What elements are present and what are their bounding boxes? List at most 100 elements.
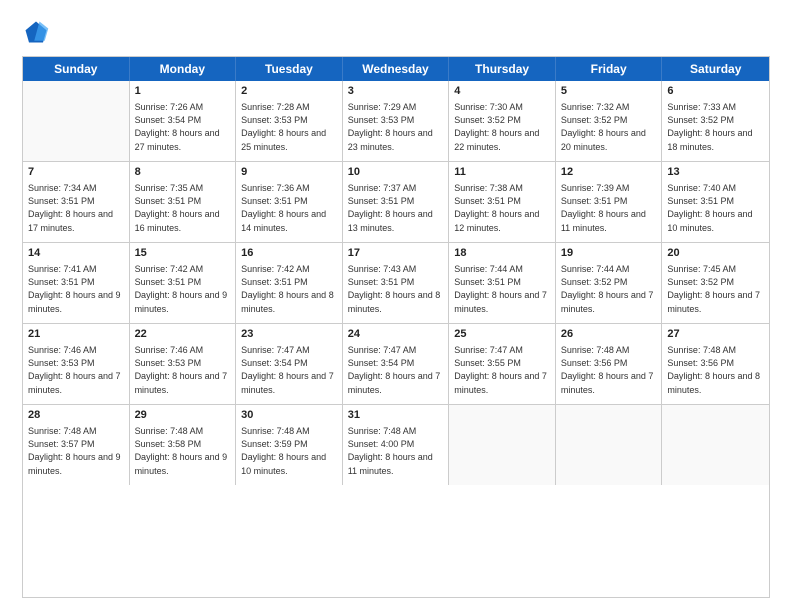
- table-row: 31 Sunrise: 7:48 AMSunset: 4:00 PMDayligh…: [343, 405, 450, 485]
- cal-week-5: 28 Sunrise: 7:48 AMSunset: 3:57 PMDayligh…: [23, 405, 769, 485]
- cell-info: Sunrise: 7:41 AMSunset: 3:51 PMDaylight:…: [28, 263, 124, 315]
- cell-info: Sunrise: 7:48 AMSunset: 3:58 PMDaylight:…: [135, 425, 231, 477]
- cell-info: Sunrise: 7:40 AMSunset: 3:51 PMDaylight:…: [667, 182, 764, 234]
- table-row: 16 Sunrise: 7:42 AMSunset: 3:51 PMDayligh…: [236, 243, 343, 323]
- calendar: SundayMondayTuesdayWednesdayThursdayFrid…: [22, 56, 770, 598]
- day-number: 7: [28, 165, 124, 180]
- cal-header-saturday: Saturday: [662, 57, 769, 81]
- cell-info: Sunrise: 7:42 AMSunset: 3:51 PMDaylight:…: [241, 263, 337, 315]
- cal-week-3: 14 Sunrise: 7:41 AMSunset: 3:51 PMDayligh…: [23, 243, 769, 324]
- day-number: 6: [667, 84, 764, 99]
- table-row: 4Sunrise: 7:30 AMSunset: 3:52 PMDaylight…: [449, 81, 556, 161]
- day-number: 1: [135, 84, 231, 99]
- day-number: 16: [241, 246, 337, 261]
- cell-info: Sunrise: 7:47 AMSunset: 3:55 PMDaylight:…: [454, 344, 550, 396]
- table-row: 10Sunrise: 7:37 AMSunset: 3:51 PMDayligh…: [343, 162, 450, 242]
- page: SundayMondayTuesdayWednesdayThursdayFrid…: [0, 0, 792, 612]
- cell-info: Sunrise: 7:35 AMSunset: 3:51 PMDaylight:…: [135, 182, 231, 234]
- cell-info: Sunrise: 7:29 AMSunset: 3:53 PMDaylight:…: [348, 101, 444, 153]
- table-row: 23 Sunrise: 7:47 AMSunset: 3:54 PMDayligh…: [236, 324, 343, 404]
- cell-info: Sunrise: 7:45 AMSunset: 3:52 PMDaylight:…: [667, 263, 764, 315]
- table-row: 15Sunrise: 7:42 AMSunset: 3:51 PMDayligh…: [130, 243, 237, 323]
- day-number: 24: [348, 327, 444, 342]
- table-row: 21 Sunrise: 7:46 AMSunset: 3:53 PMDayligh…: [23, 324, 130, 404]
- cell-info: Sunrise: 7:42 AMSunset: 3:51 PMDaylight:…: [135, 263, 231, 315]
- day-number: 2: [241, 84, 337, 99]
- table-row: 7 Sunrise: 7:34 AMSunset: 3:51 PMDaylight…: [23, 162, 130, 242]
- day-number: 22: [135, 327, 231, 342]
- day-number: 23: [241, 327, 337, 342]
- day-number: 20: [667, 246, 764, 261]
- cell-info: Sunrise: 7:48 AMSunset: 3:56 PMDaylight:…: [667, 344, 764, 396]
- table-row: 20 Sunrise: 7:45 AMSunset: 3:52 PMDayligh…: [662, 243, 769, 323]
- cell-info: Sunrise: 7:34 AMSunset: 3:51 PMDaylight:…: [28, 182, 124, 234]
- table-row: 8 Sunrise: 7:35 AMSunset: 3:51 PMDaylight…: [130, 162, 237, 242]
- table-row: 12Sunrise: 7:39 AMSunset: 3:51 PMDayligh…: [556, 162, 663, 242]
- header: [22, 18, 770, 46]
- cell-info: Sunrise: 7:32 AMSunset: 3:52 PMDaylight:…: [561, 101, 657, 153]
- cell-info: Sunrise: 7:48 AMSunset: 3:56 PMDaylight:…: [561, 344, 657, 396]
- cell-info: Sunrise: 7:47 AMSunset: 3:54 PMDaylight:…: [241, 344, 337, 396]
- table-row: [556, 405, 663, 485]
- cell-info: Sunrise: 7:38 AMSunset: 3:51 PMDaylight:…: [454, 182, 550, 234]
- cal-week-2: 7 Sunrise: 7:34 AMSunset: 3:51 PMDaylight…: [23, 162, 769, 243]
- table-row: 28 Sunrise: 7:48 AMSunset: 3:57 PMDayligh…: [23, 405, 130, 485]
- table-row: 27 Sunrise: 7:48 AMSunset: 3:56 PMDayligh…: [662, 324, 769, 404]
- cell-info: Sunrise: 7:46 AMSunset: 3:53 PMDaylight:…: [135, 344, 231, 396]
- day-number: 11: [454, 165, 550, 180]
- cell-info: Sunrise: 7:43 AMSunset: 3:51 PMDaylight:…: [348, 263, 444, 315]
- cal-header-thursday: Thursday: [449, 57, 556, 81]
- cell-info: Sunrise: 7:30 AMSunset: 3:52 PMDaylight:…: [454, 101, 550, 153]
- cal-header-monday: Monday: [130, 57, 237, 81]
- cell-info: Sunrise: 7:48 AMSunset: 4:00 PMDaylight:…: [348, 425, 444, 477]
- table-row: [449, 405, 556, 485]
- table-row: 17Sunrise: 7:43 AMSunset: 3:51 PMDayligh…: [343, 243, 450, 323]
- table-row: 11 Sunrise: 7:38 AMSunset: 3:51 PMDayligh…: [449, 162, 556, 242]
- cal-header-sunday: Sunday: [23, 57, 130, 81]
- day-number: 27: [667, 327, 764, 342]
- cal-header-wednesday: Wednesday: [343, 57, 450, 81]
- day-number: 14: [28, 246, 124, 261]
- table-row: 29Sunrise: 7:48 AMSunset: 3:58 PMDayligh…: [130, 405, 237, 485]
- table-row: 22 Sunrise: 7:46 AMSunset: 3:53 PMDayligh…: [130, 324, 237, 404]
- day-number: 28: [28, 408, 124, 423]
- cal-week-1: 1Sunrise: 7:26 AMSunset: 3:54 PMDaylight…: [23, 81, 769, 162]
- cell-info: Sunrise: 7:44 AMSunset: 3:51 PMDaylight:…: [454, 263, 550, 315]
- table-row: 24 Sunrise: 7:47 AMSunset: 3:54 PMDayligh…: [343, 324, 450, 404]
- table-row: 30Sunrise: 7:48 AMSunset: 3:59 PMDayligh…: [236, 405, 343, 485]
- day-number: 19: [561, 246, 657, 261]
- table-row: 2Sunrise: 7:28 AMSunset: 3:53 PMDaylight…: [236, 81, 343, 161]
- day-number: 21: [28, 327, 124, 342]
- cal-week-4: 21 Sunrise: 7:46 AMSunset: 3:53 PMDayligh…: [23, 324, 769, 405]
- cal-header-tuesday: Tuesday: [236, 57, 343, 81]
- cell-info: Sunrise: 7:48 AMSunset: 3:57 PMDaylight:…: [28, 425, 124, 477]
- cell-info: Sunrise: 7:44 AMSunset: 3:52 PMDaylight:…: [561, 263, 657, 315]
- table-row: 1Sunrise: 7:26 AMSunset: 3:54 PMDaylight…: [130, 81, 237, 161]
- table-row: 6Sunrise: 7:33 AMSunset: 3:52 PMDaylight…: [662, 81, 769, 161]
- day-number: 10: [348, 165, 444, 180]
- table-row: 3Sunrise: 7:29 AMSunset: 3:53 PMDaylight…: [343, 81, 450, 161]
- day-number: 25: [454, 327, 550, 342]
- calendar-header: SundayMondayTuesdayWednesdayThursdayFrid…: [23, 57, 769, 81]
- table-row: 13 Sunrise: 7:40 AMSunset: 3:51 PMDayligh…: [662, 162, 769, 242]
- table-row: 18 Sunrise: 7:44 AMSunset: 3:51 PMDayligh…: [449, 243, 556, 323]
- table-row: 19 Sunrise: 7:44 AMSunset: 3:52 PMDayligh…: [556, 243, 663, 323]
- day-number: 8: [135, 165, 231, 180]
- day-number: 18: [454, 246, 550, 261]
- calendar-body: 1Sunrise: 7:26 AMSunset: 3:54 PMDaylight…: [23, 81, 769, 485]
- table-row: 26 Sunrise: 7:48 AMSunset: 3:56 PMDayligh…: [556, 324, 663, 404]
- table-row: [662, 405, 769, 485]
- cell-info: Sunrise: 7:47 AMSunset: 3:54 PMDaylight:…: [348, 344, 444, 396]
- logo: [22, 18, 54, 46]
- day-number: 31: [348, 408, 444, 423]
- table-row: 14 Sunrise: 7:41 AMSunset: 3:51 PMDayligh…: [23, 243, 130, 323]
- logo-icon: [22, 18, 50, 46]
- day-number: 13: [667, 165, 764, 180]
- cell-info: Sunrise: 7:46 AMSunset: 3:53 PMDaylight:…: [28, 344, 124, 396]
- table-row: 9Sunrise: 7:36 AMSunset: 3:51 PMDaylight…: [236, 162, 343, 242]
- table-row: 5Sunrise: 7:32 AMSunset: 3:52 PMDaylight…: [556, 81, 663, 161]
- day-number: 30: [241, 408, 337, 423]
- cell-info: Sunrise: 7:36 AMSunset: 3:51 PMDaylight:…: [241, 182, 337, 234]
- day-number: 26: [561, 327, 657, 342]
- table-row: [23, 81, 130, 161]
